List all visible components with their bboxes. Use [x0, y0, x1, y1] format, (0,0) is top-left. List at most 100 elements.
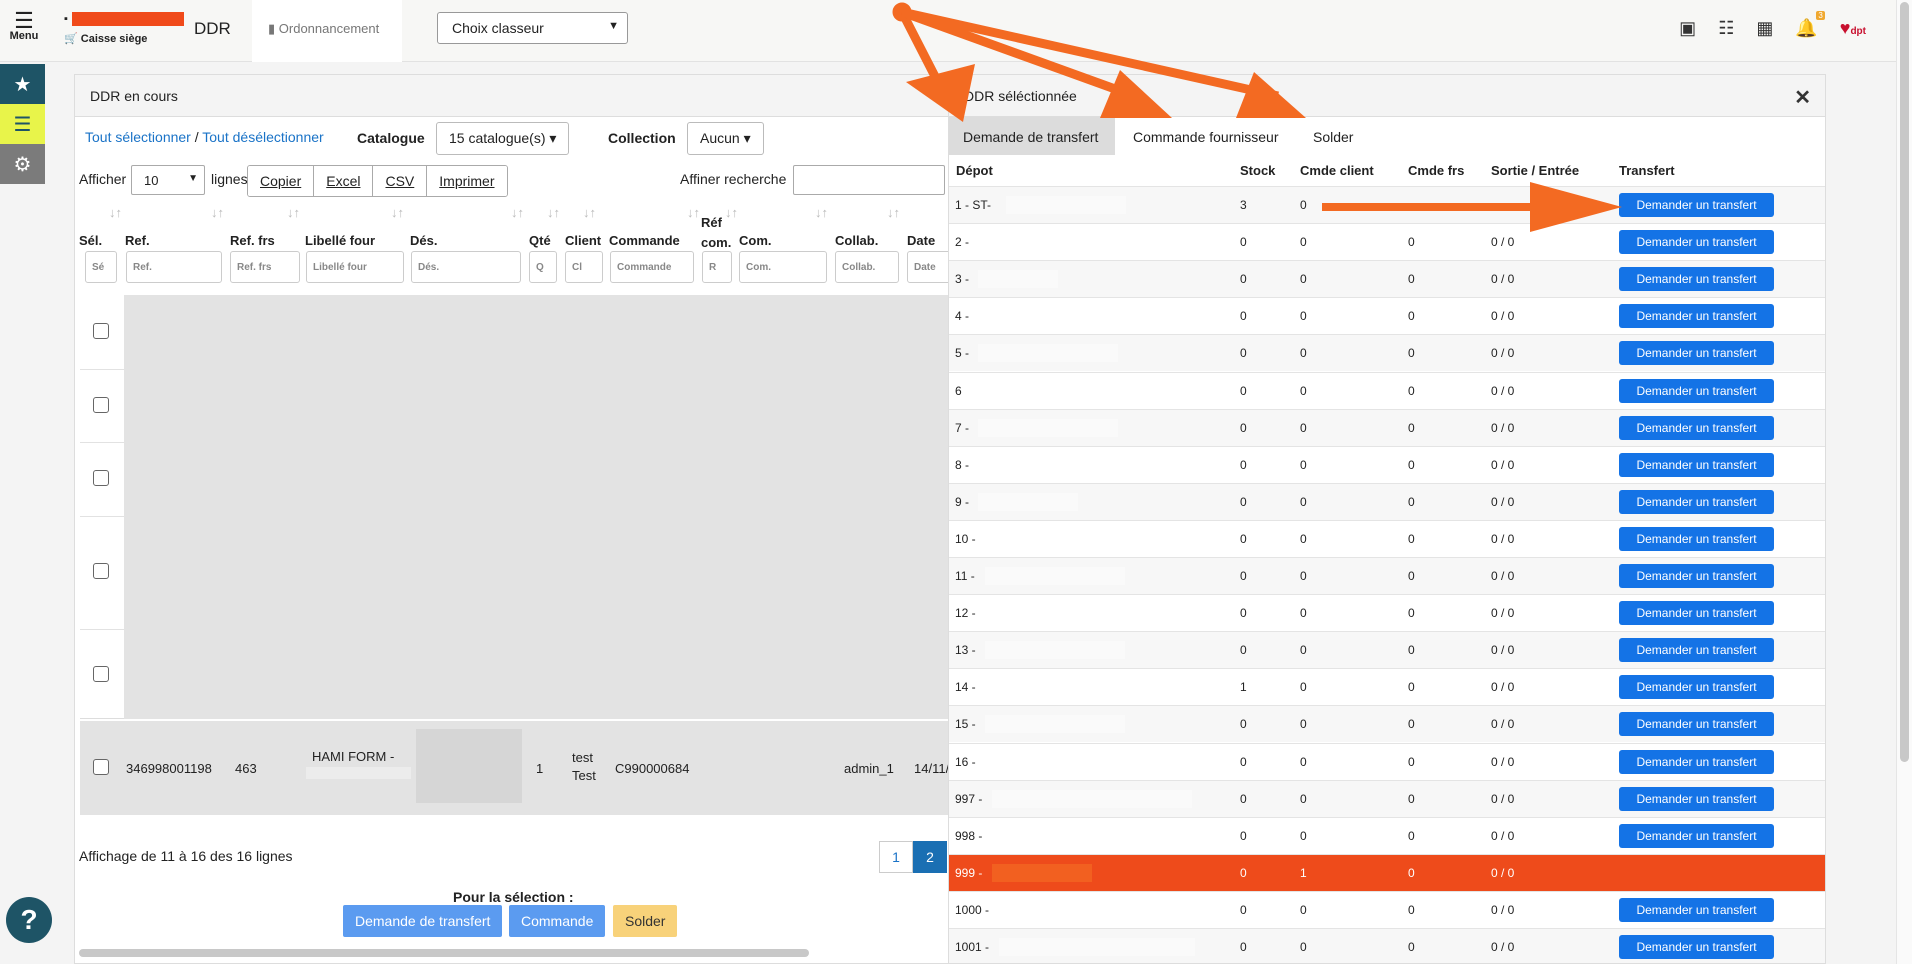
menu-button[interactable]: ☰ Menu: [6, 10, 42, 43]
request-transfer-button[interactable]: Demander un transfert: [1619, 341, 1774, 366]
filter-commande-input[interactable]: Commande: [610, 251, 694, 283]
catalogue-dropdown[interactable]: 15 catalogue(s) ▾: [436, 122, 570, 155]
filter-ref-com-input[interactable]: R: [702, 251, 732, 283]
table-row[interactable]: 2 - 0 0 0 0 / 0 Demander un transfert: [949, 223, 1825, 260]
request-transfer-button[interactable]: Demander un transfert: [1619, 193, 1774, 217]
filter-com-input[interactable]: Com.: [739, 251, 827, 283]
col-qte[interactable]: Qté: [529, 233, 551, 248]
table-row[interactable]: 8 - 0 0 0 0 / 0 Demander un transfert: [949, 445, 1825, 483]
sort-icon[interactable]: ↓↑: [287, 205, 300, 220]
sort-icon[interactable]: ↓↑: [687, 205, 700, 220]
table-row[interactable]: 3 - 0 0 0 0 / 0 Demander un transfert: [949, 260, 1825, 298]
table-row[interactable]: 12 - 0 0 0 0 / 0 Demander un transfert: [949, 594, 1825, 631]
tab-solder[interactable]: Solder: [1299, 117, 1367, 155]
col-libelle[interactable]: Libellé four: [305, 233, 375, 248]
sort-icon[interactable]: ↓↑: [547, 205, 560, 220]
col-des[interactable]: Dés.: [410, 233, 437, 248]
request-transfer-button[interactable]: Demander un transfert: [1619, 638, 1774, 663]
list-button[interactable]: ☰: [0, 104, 45, 144]
filter-ref-frs-input[interactable]: Ref. frs: [230, 251, 300, 283]
row-checkbox[interactable]: [93, 323, 109, 339]
table-row[interactable]: 7 - 0 0 0 0 / 0 Demander un transfert: [949, 408, 1825, 446]
tab-ordonnancement[interactable]: ▮ Ordonnancement: [252, 0, 402, 62]
col-com[interactable]: Com.: [739, 233, 772, 248]
sort-icon[interactable]: ↓↑: [583, 205, 596, 220]
row-checkbox[interactable]: [93, 759, 109, 775]
rows-per-page-select[interactable]: 10 ▼: [131, 165, 205, 195]
filter-des-input[interactable]: Dés.: [411, 251, 521, 283]
request-transfer-button[interactable]: Demander un transfert: [1619, 935, 1774, 959]
transfer-request-button[interactable]: Demande de transfert: [343, 905, 503, 937]
request-transfer-button[interactable]: Demander un transfert: [1619, 489, 1774, 514]
robot-icon[interactable]: ▣: [1679, 18, 1696, 39]
table-row[interactable]: 1 - ST- 3 0 Demander un transfert: [949, 186, 1825, 223]
table-row[interactable]: 998 - 0 0 0 0 / 0 Demander un transfert: [949, 816, 1825, 854]
col-sel[interactable]: Sél.: [79, 233, 102, 248]
table-row[interactable]: 997 - 0 0 0 0 / 0 Demander un transfert: [949, 779, 1825, 817]
table-row[interactable]: 346998001198 463 HAMI FORM - 1 test Test…: [80, 721, 949, 815]
tab-demande-transfert[interactable]: Demande de transfert: [949, 117, 1115, 155]
vertical-scrollbar[interactable]: [1896, 0, 1912, 964]
table-row[interactable]: 9 - 0 0 0 0 / 0 Demander un transfert: [949, 482, 1825, 520]
filter-sel-input[interactable]: Sé: [85, 251, 117, 283]
filter-qte-input[interactable]: Q: [529, 251, 557, 283]
request-transfer-button[interactable]: Demander un transfert: [1619, 304, 1774, 329]
table-row[interactable]: 11 - 0 0 0 0 / 0 Demander un transfert: [949, 557, 1825, 594]
table-row[interactable]: 999 - 0 1 0 0 / 0: [949, 853, 1825, 891]
filter-ref-input[interactable]: Ref.: [126, 251, 222, 283]
request-transfer-button[interactable]: Demander un transfert: [1619, 415, 1774, 440]
request-transfer-button[interactable]: Demander un transfert: [1619, 564, 1774, 588]
sort-icon[interactable]: ↓↑: [211, 205, 224, 220]
sort-icon[interactable]: ↓↑: [109, 205, 122, 220]
col-collab[interactable]: Collab.: [835, 233, 878, 248]
help-button[interactable]: ?: [6, 897, 52, 943]
row-checkbox[interactable]: [93, 397, 109, 413]
request-transfer-button[interactable]: Demander un transfert: [1619, 786, 1774, 811]
classeur-select[interactable]: Choix classeur ▼: [437, 12, 628, 44]
tab-commande-fournisseur[interactable]: Commande fournisseur: [1119, 117, 1293, 155]
request-transfer-button[interactable]: Demander un transfert: [1619, 675, 1774, 700]
table-row[interactable]: 14 - 1 0 0 0 / 0 Demander un transfert: [949, 668, 1825, 705]
horizontal-scrollbar[interactable]: [79, 949, 809, 957]
col-ref-frs[interactable]: Ref. frs: [230, 233, 275, 248]
search-input[interactable]: [793, 165, 945, 195]
col-client[interactable]: Client: [565, 233, 601, 248]
request-transfer-button[interactable]: Demander un transfert: [1619, 267, 1774, 292]
scrollbar-thumb[interactable]: [1900, 2, 1909, 762]
table-row[interactable]: 16 - 0 0 0 0 / 0 Demander un transfert: [949, 742, 1825, 780]
bell-icon[interactable]: 🔔 3: [1795, 11, 1825, 39]
table-row[interactable]: 15 - 0 0 0 0 / 0 Demander un transfert: [949, 705, 1825, 743]
csv-button[interactable]: CSV: [373, 166, 428, 196]
filter-client-input[interactable]: Cl: [565, 251, 603, 283]
print-button[interactable]: Imprimer: [427, 166, 507, 196]
solder-button[interactable]: Solder: [613, 905, 678, 937]
excel-button[interactable]: Excel: [314, 166, 374, 196]
col-ref[interactable]: Ref.: [125, 233, 150, 248]
request-transfer-button[interactable]: Demander un transfert: [1619, 452, 1774, 477]
table-row[interactable]: 4 - 0 0 0 0 / 0 Demander un transfert: [949, 297, 1825, 334]
store-selector[interactable]: ▪ 🛒 Caisse siège: [64, 10, 184, 45]
filter-date-input[interactable]: Date: [907, 251, 949, 283]
settings-button[interactable]: ⚙: [0, 144, 45, 184]
select-all-link[interactable]: Tout sélectionner: [85, 129, 191, 145]
request-transfer-button[interactable]: Demander un transfert: [1619, 230, 1774, 255]
order-button[interactable]: Commande: [509, 905, 606, 937]
row-checkbox[interactable]: [93, 666, 109, 682]
request-transfer-button[interactable]: Demander un transfert: [1619, 601, 1774, 626]
checklist-icon[interactable]: ☷: [1718, 18, 1734, 39]
table-row[interactable]: 6 0 0 0 0 / 0 Demander un transfert: [949, 371, 1825, 409]
page-2-button[interactable]: 2: [913, 841, 947, 873]
table-row[interactable]: 10 - 0 0 0 0 / 0 Demander un transfert: [949, 519, 1825, 557]
table-row[interactable]: 1000 - 0 0 0 0 / 0 Demander un transfert: [949, 890, 1825, 928]
request-transfer-button[interactable]: Demander un transfert: [1619, 749, 1774, 774]
deselect-all-link[interactable]: Tout désélectionner: [202, 129, 323, 145]
table-row[interactable]: 13 - 0 0 0 0 / 0 Demander un transfert: [949, 631, 1825, 669]
sort-icon[interactable]: ↓↑: [511, 205, 524, 220]
col-date[interactable]: Date: [907, 233, 935, 248]
table-row[interactable]: 1001 - 0 0 0 0 / 0 Demander un transfert: [949, 928, 1825, 963]
request-transfer-button[interactable]: Demander un transfert: [1619, 897, 1774, 922]
row-checkbox[interactable]: [93, 563, 109, 579]
filter-libelle-input[interactable]: Libellé four: [306, 251, 404, 283]
request-transfer-button[interactable]: Demander un transfert: [1619, 526, 1774, 551]
request-transfer-button[interactable]: Demander un transfert: [1619, 823, 1774, 848]
